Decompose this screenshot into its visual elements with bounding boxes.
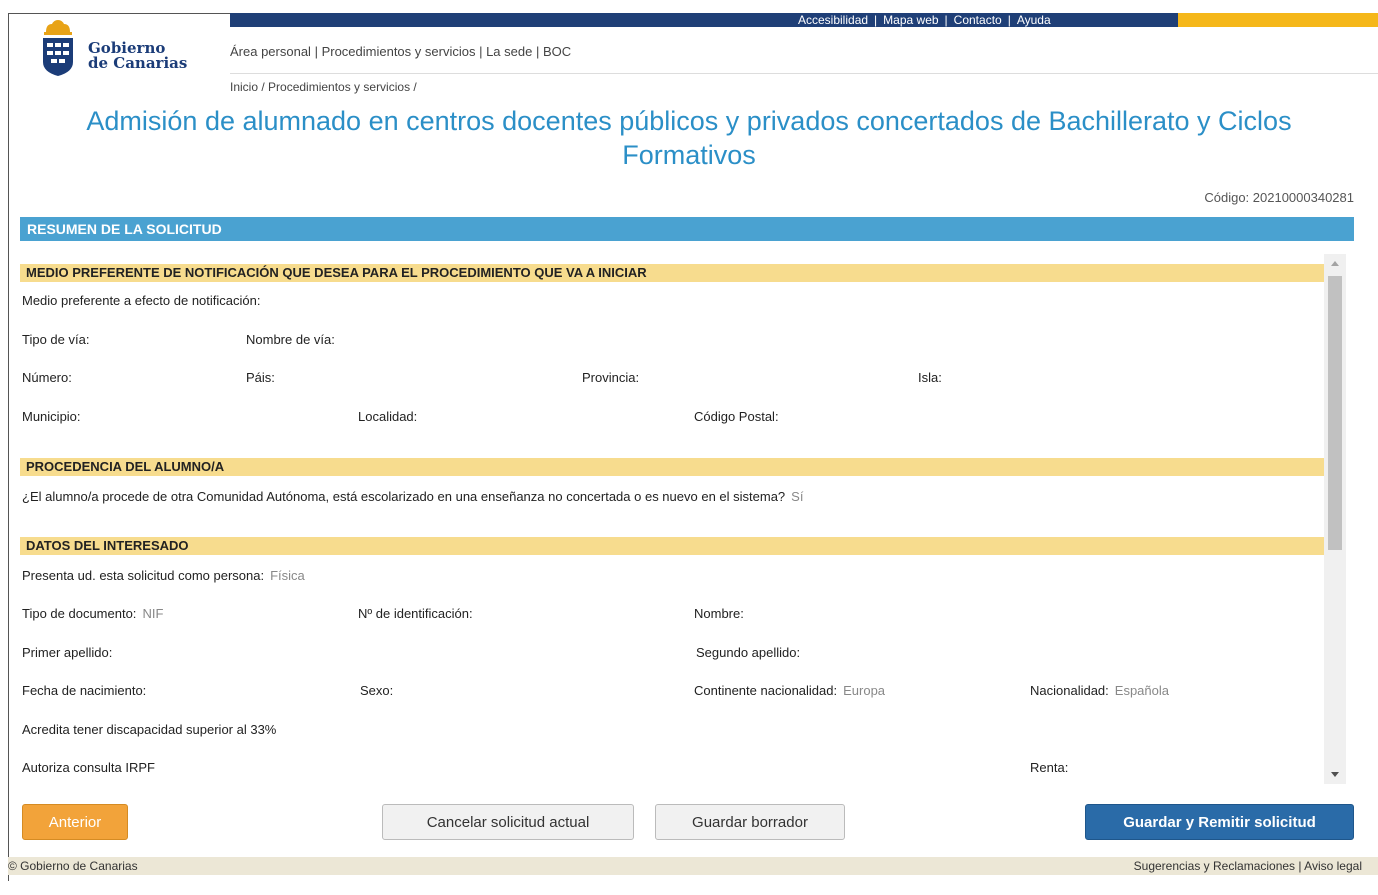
save-draft-button[interactable]: Guardar borrador bbox=[655, 804, 845, 840]
save-and-submit-button[interactable]: Guardar y Remitir solicitud bbox=[1085, 804, 1354, 840]
top-accent-bar bbox=[1178, 13, 1378, 27]
scroll-down-button[interactable] bbox=[1324, 764, 1346, 784]
tipo-doc-label: Tipo de documento: bbox=[22, 606, 137, 621]
field-procedencia: ¿El alumno/a procede de otra Comunidad A… bbox=[22, 489, 803, 504]
section-interesado-title: DATOS DEL INTERESADO bbox=[20, 537, 1324, 555]
gobierno-canarias-logo[interactable]: Gobierno de Canarias bbox=[38, 18, 208, 78]
field-codigo-postal: Código Postal: bbox=[694, 409, 779, 424]
field-segundo-apellido: Segundo apellido: bbox=[696, 645, 801, 660]
field-n-identificacion: Nº de identificación: bbox=[358, 606, 473, 621]
field-tipo-documento: Tipo de documento: NIF bbox=[22, 606, 163, 621]
footer-links[interactable]: Sugerencias y Reclamaciones | Aviso lega… bbox=[1134, 857, 1362, 875]
nav-la-sede[interactable]: La sede bbox=[486, 44, 532, 59]
scroll-up-button[interactable] bbox=[1324, 254, 1346, 274]
arrow-down-icon bbox=[1331, 772, 1339, 777]
continente-label: Continente nacionalidad: bbox=[694, 683, 838, 698]
nav-procedimientos[interactable]: Procedimientos y servicios bbox=[322, 44, 476, 59]
anterior-button[interactable]: Anterior bbox=[22, 804, 128, 840]
link-contacto[interactable]: Contacto bbox=[954, 13, 1002, 27]
field-nombre-via: Nombre de vía: bbox=[246, 332, 335, 347]
field-continente: Continente nacionalidad: Europa bbox=[694, 683, 885, 698]
field-tipo-via: Tipo de vía: bbox=[22, 332, 90, 347]
main-nav: Área personal | Procedimientos y servici… bbox=[230, 44, 572, 59]
field-irpf: Autoriza consulta IRPF bbox=[22, 760, 155, 775]
field-medio: Medio preferente a efecto de notificació… bbox=[22, 293, 261, 308]
separator: | bbox=[944, 13, 948, 27]
section-notification-title: MEDIO PREFERENTE DE NOTIFICACIÓN QUE DES… bbox=[20, 264, 1324, 282]
field-fecha-nacimiento: Fecha de nacimiento: bbox=[22, 683, 147, 698]
field-renta: Renta: bbox=[1030, 760, 1069, 775]
link-accesibilidad[interactable]: Accesibilidad bbox=[798, 13, 868, 27]
logo-text: Gobierno de Canarias bbox=[88, 41, 187, 71]
link-ayuda[interactable]: Ayuda bbox=[1017, 13, 1051, 27]
field-sexo: Sexo: bbox=[360, 683, 394, 698]
link-mapa-web[interactable]: Mapa web bbox=[883, 13, 938, 27]
field-numero: Número: bbox=[22, 370, 72, 385]
nav-boc[interactable]: BOC bbox=[543, 44, 571, 59]
section-procedencia-title: PROCEDENCIA DEL ALUMNO/A bbox=[20, 458, 1324, 476]
persona-value: Física bbox=[270, 568, 305, 583]
procedencia-question: ¿El alumno/a procede de otra Comunidad A… bbox=[22, 489, 786, 504]
cancel-request-button[interactable]: Cancelar solicitud actual bbox=[382, 804, 634, 840]
nacionalidad-label: Nacionalidad: bbox=[1030, 683, 1109, 698]
separator: | bbox=[874, 13, 878, 27]
request-code: Código: 20210000340281 bbox=[1204, 190, 1354, 205]
field-localidad: Localidad: bbox=[358, 409, 418, 424]
field-nombre: Nombre: bbox=[694, 606, 744, 621]
field-pais: Páis: bbox=[246, 370, 275, 385]
arrow-up-icon bbox=[1331, 261, 1339, 266]
field-municipio: Municipio: bbox=[22, 409, 81, 424]
scroll-thumb[interactable] bbox=[1328, 276, 1342, 550]
page-title: Admisión de alumnado en centros docentes… bbox=[86, 106, 1292, 170]
nacionalidad-value: Española bbox=[1114, 683, 1169, 698]
tipo-doc-value: NIF bbox=[142, 606, 164, 621]
separator: | bbox=[1007, 13, 1011, 27]
breadcrumb[interactable]: Inicio / Procedimientos y servicios / bbox=[230, 80, 417, 94]
vertical-scrollbar[interactable] bbox=[1324, 254, 1346, 784]
continente-value: Europa bbox=[843, 683, 886, 698]
summary-scroll-area[interactable]: MEDIO PREFERENTE DE NOTIFICACIÓN QUE DES… bbox=[20, 254, 1356, 784]
field-nacionalidad: Nacionalidad: Española bbox=[1030, 683, 1169, 698]
utility-nav: Accesibilidad | Mapa web | Contacto | Ayuda bbox=[798, 13, 1051, 27]
field-primer-apellido: Primer apellido: bbox=[22, 645, 113, 660]
logo-line-2: de Canarias bbox=[88, 54, 188, 72]
field-provincia: Provincia: bbox=[582, 370, 640, 385]
persona-label: Presenta ud. esta solicitud como persona… bbox=[22, 568, 265, 583]
field-persona: Presenta ud. esta solicitud como persona… bbox=[22, 568, 305, 583]
field-discapacidad: Acredita tener discapacidad superior al … bbox=[22, 722, 277, 737]
divider bbox=[230, 73, 1378, 74]
coat-of-arms-icon bbox=[43, 20, 73, 76]
nav-area-personal[interactable]: Área personal bbox=[230, 44, 311, 59]
footer-copyright: © Gobierno de Canarias bbox=[8, 859, 138, 873]
footer: © Gobierno de Canarias Sugerencias y Rec… bbox=[8, 857, 1378, 875]
procedencia-answer: Sí bbox=[791, 489, 804, 504]
summary-header: RESUMEN DE LA SOLICITUD bbox=[20, 217, 1354, 241]
field-isla: Isla: bbox=[918, 370, 942, 385]
